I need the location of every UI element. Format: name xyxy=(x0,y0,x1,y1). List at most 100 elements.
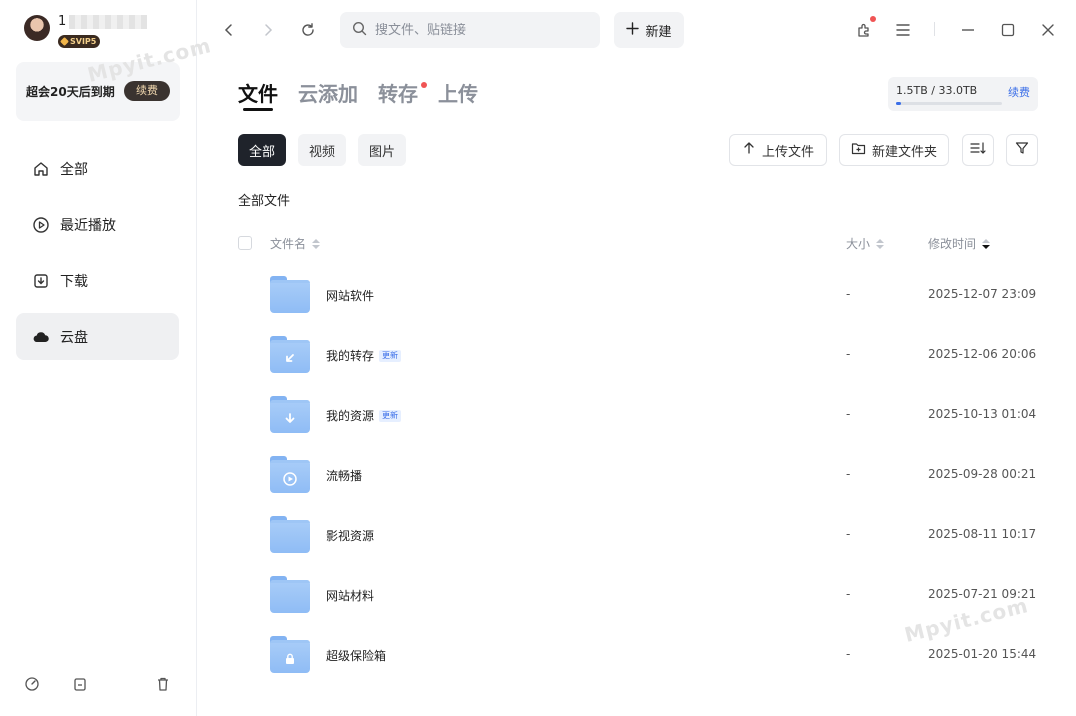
file-modified: 2025-08-11 10:17 xyxy=(928,527,1037,541)
file-size: - xyxy=(846,587,851,601)
table-row[interactable]: 网站软件 - 2025-12-07 23:09 xyxy=(228,265,1048,325)
quota-progress xyxy=(896,102,1002,105)
new-button-label: 新建 xyxy=(645,24,672,40)
table-row[interactable]: 网站材料 - 2025-07-21 09:21 xyxy=(228,565,1048,625)
back-icon[interactable] xyxy=(218,19,240,41)
sidebar-item-label: 云盘 xyxy=(60,329,88,346)
sidebar-item-download[interactable]: 下载 xyxy=(16,257,179,304)
header-modified[interactable]: 修改时间 xyxy=(928,235,991,252)
vip-badge: SVIP5 xyxy=(58,35,101,48)
username[interactable]: 1 xyxy=(58,14,148,29)
file-name[interactable]: 我的转存 更新 xyxy=(326,347,402,364)
maximize-icon[interactable] xyxy=(997,19,1019,41)
quota-progress-fill xyxy=(896,102,901,105)
forward-icon[interactable] xyxy=(257,19,279,41)
file-modified: 2025-01-20 15:44 xyxy=(928,647,1037,661)
filter-video[interactable]: 视频 xyxy=(298,134,346,166)
new-folder-button[interactable]: 新建文件夹 xyxy=(839,134,949,166)
plus-icon xyxy=(626,21,640,39)
table-row[interactable]: 流畅播 - 2025-09-28 00:21 xyxy=(228,445,1048,505)
minimize-icon[interactable] xyxy=(957,19,979,41)
file-name-text: 流畅播 xyxy=(326,469,363,483)
sort-icon xyxy=(312,238,321,249)
filter-button[interactable] xyxy=(1006,134,1038,166)
sidebar-item-label: 下载 xyxy=(60,273,88,290)
expire-text: 超会20天后到期 xyxy=(26,85,115,99)
file-name-text: 我的资源 xyxy=(326,409,375,423)
play-icon xyxy=(270,460,310,493)
folder-icon xyxy=(270,396,310,433)
filter-icon xyxy=(1015,141,1029,159)
sort-button[interactable] xyxy=(962,134,994,166)
file-modified: 2025-12-06 20:06 xyxy=(928,347,1037,361)
quota-renew-link[interactable]: 续费 xyxy=(1008,84,1030,100)
tab-transfer[interactable]: 转存 xyxy=(378,78,418,107)
sidebar-item-label: 最近播放 xyxy=(60,217,116,234)
file-modified: 2025-12-07 23:09 xyxy=(928,287,1037,301)
avatar[interactable] xyxy=(24,15,50,41)
archive-icon[interactable] xyxy=(72,676,88,692)
folder-plus-icon xyxy=(851,141,866,159)
header-modified-label: 修改时间 xyxy=(928,237,977,251)
file-size: - xyxy=(846,287,851,301)
file-modified: 2025-10-13 01:04 xyxy=(928,407,1037,421)
file-name-text: 影视资源 xyxy=(326,529,375,543)
update-badge: 更新 xyxy=(379,409,402,422)
sidebar-item-all[interactable]: 全部 xyxy=(16,145,179,192)
tab-files[interactable]: 文件 xyxy=(238,78,278,107)
file-name[interactable]: 超级保险箱 xyxy=(326,647,386,664)
file-size: - xyxy=(846,527,851,541)
header-size[interactable]: 大小 xyxy=(846,235,885,252)
file-name[interactable]: 影视资源 xyxy=(326,527,374,544)
header-name[interactable]: 文件名 xyxy=(270,235,321,252)
file-name-text: 网站软件 xyxy=(326,289,375,303)
username-text: 1 xyxy=(58,14,67,29)
close-icon[interactable] xyxy=(1037,19,1059,41)
file-name[interactable]: 网站材料 xyxy=(326,587,374,604)
menu-icon[interactable] xyxy=(892,19,914,41)
toolbar-divider xyxy=(934,22,935,36)
header-size-label: 大小 xyxy=(846,237,871,251)
file-modified: 2025-09-28 00:21 xyxy=(928,467,1037,481)
file-name-text: 超级保险箱 xyxy=(326,649,387,663)
trash-icon[interactable] xyxy=(155,676,171,692)
file-size: - xyxy=(846,347,851,361)
breadcrumb[interactable]: 全部文件 xyxy=(238,190,290,209)
sort-desc-icon xyxy=(982,238,991,249)
select-all-checkbox[interactable] xyxy=(238,236,252,250)
header-name-label: 文件名 xyxy=(270,237,307,251)
sidebar-item-cloud[interactable]: 云盘 xyxy=(16,313,179,360)
folder-icon xyxy=(270,576,310,613)
folder-icon xyxy=(270,516,310,553)
file-name-text: 我的转存 xyxy=(326,349,375,363)
file-name[interactable]: 网站软件 xyxy=(326,287,374,304)
filter-image[interactable]: 图片 xyxy=(358,134,406,166)
sort-icon xyxy=(970,141,986,159)
table-row[interactable]: 我的转存 更新 - 2025-12-06 20:06 xyxy=(228,325,1048,385)
new-folder-label: 新建文件夹 xyxy=(871,144,937,160)
tab-transfer-dot xyxy=(421,82,427,88)
plugin-icon[interactable] xyxy=(853,19,875,41)
file-name[interactable]: 我的资源 更新 xyxy=(326,407,402,424)
sidebar-item-recent[interactable]: 最近播放 xyxy=(16,201,179,248)
new-button[interactable]: 新建 xyxy=(614,12,684,48)
table-row[interactable]: 影视资源 - 2025-08-11 10:17 xyxy=(228,505,1048,565)
tab-upload[interactable]: 上传 xyxy=(438,78,478,107)
notification-dot xyxy=(870,16,876,22)
file-name[interactable]: 流畅播 xyxy=(326,467,362,484)
search-input[interactable] xyxy=(375,22,575,38)
upload-file-button[interactable]: 上传文件 xyxy=(729,134,827,166)
refresh-icon[interactable] xyxy=(297,19,319,41)
file-name-text: 网站材料 xyxy=(326,589,375,603)
renew-button[interactable]: 续费 xyxy=(124,81,170,101)
folder-icon xyxy=(270,636,310,673)
download-icon xyxy=(32,272,50,290)
sort-icon xyxy=(876,238,885,249)
folder-icon xyxy=(270,456,310,493)
table-row[interactable]: 我的资源 更新 - 2025-10-13 01:04 xyxy=(228,385,1048,445)
tab-cloud-add[interactable]: 云添加 xyxy=(298,78,358,107)
filter-all[interactable]: 全部 xyxy=(238,134,286,166)
search-bar[interactable] xyxy=(340,12,600,48)
speed-icon[interactable] xyxy=(24,676,40,692)
sidebar: 1 SVIP5 超会20天后到期 续费 全部 最近播放 下载 云盘 xyxy=(0,0,197,716)
